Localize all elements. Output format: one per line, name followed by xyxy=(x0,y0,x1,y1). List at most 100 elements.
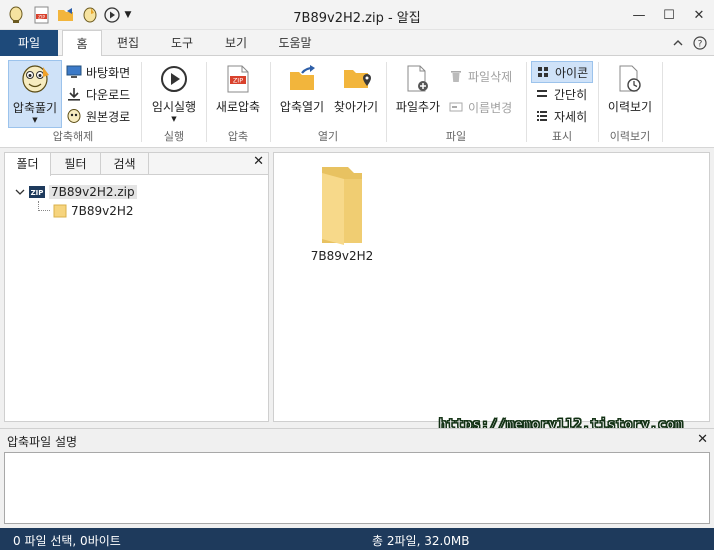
help-icon[interactable]: ? xyxy=(692,35,708,51)
maximize-button[interactable]: ☐ xyxy=(654,0,684,30)
desktop-icon xyxy=(66,64,82,80)
tree-child-item[interactable]: 7B89v2H2 xyxy=(51,202,134,220)
tree-child-label: 7B89v2H2 xyxy=(71,204,134,218)
group-label-history: 이력보기 xyxy=(609,130,651,143)
panel-tab-filter[interactable]: 필터 xyxy=(51,153,101,175)
temp-run-button[interactable]: 임시실행 ▼ xyxy=(146,64,202,128)
extract-original-path-button[interactable]: 원본경로 xyxy=(66,105,130,127)
status-total: 총 2파일, 32.0MB xyxy=(372,534,470,548)
view-icon-label: 아이콘 xyxy=(555,65,589,80)
tab-view[interactable]: 보기 xyxy=(214,30,258,56)
group-label-compress: 압축 xyxy=(227,130,249,143)
history-button[interactable]: 이력보기 xyxy=(602,64,658,124)
trash-icon xyxy=(448,68,464,84)
group-label-extract: 압축해제 xyxy=(52,130,94,143)
chevron-down-icon: ▼ xyxy=(171,115,177,123)
rename-button[interactable]: 이름변경 xyxy=(448,96,512,118)
add-file-button[interactable]: 파일추가 xyxy=(390,64,446,124)
group-label-view: 표시 xyxy=(551,130,573,143)
title-bar: ZIP ▼ 7B89v2H2.zip - 알집 — ☐ ✕ xyxy=(0,0,714,30)
tree-root-label: 7B89v2H2.zip xyxy=(49,185,137,199)
panel-close-button[interactable]: ✕ xyxy=(253,154,264,169)
collapse-ribbon-icon[interactable] xyxy=(670,35,686,51)
folder-pin-icon xyxy=(341,64,371,94)
history-clock-icon xyxy=(617,64,643,94)
group-label-open: 열기 xyxy=(317,130,339,143)
folder-panel: 폴더 필터 검색 ✕ ZIP 7B89v2H2.zip 7B89v2H2 xyxy=(4,152,269,422)
open-archive-button[interactable]: 압축열기 xyxy=(274,64,330,124)
list-view-icon xyxy=(534,86,550,102)
group-label-run: 실행 xyxy=(163,130,185,143)
extract-label: 압축풀기 xyxy=(12,101,58,115)
chevron-down-icon: ▼ xyxy=(32,116,38,124)
view-simple-label: 간단히 xyxy=(554,87,588,102)
tab-edit[interactable]: 편집 xyxy=(106,30,150,56)
svg-text:?: ? xyxy=(698,40,703,50)
archive-description-title: 압축파일 설명 xyxy=(7,435,78,449)
extract-desktop-button[interactable]: 바탕화면 xyxy=(66,61,130,83)
description-close-button[interactable]: ✕ xyxy=(697,432,708,447)
extract-original-path-label: 원본경로 xyxy=(86,109,131,124)
tree-root-item[interactable]: ZIP 7B89v2H2.zip xyxy=(13,183,137,201)
status-bar: 0 파일 선택, 0바이트 총 2파일, 32.0MB xyxy=(0,528,714,550)
new-compress-button[interactable]: ZIP 새로압축 xyxy=(210,64,266,124)
folder-item-label: 7B89v2H2 xyxy=(310,249,374,263)
download-icon xyxy=(66,86,82,102)
view-simple-button[interactable]: 간단히 xyxy=(534,83,587,105)
extract-button[interactable]: 압축풀기 ▼ xyxy=(8,60,62,128)
tree-connector xyxy=(38,201,50,211)
group-separator xyxy=(598,62,599,142)
chevron-down-icon xyxy=(13,188,27,196)
archive-description-box[interactable] xyxy=(4,452,710,524)
view-detail-label: 자세히 xyxy=(554,109,588,124)
folder-item[interactable]: 7B89v2H2 xyxy=(302,163,382,263)
group-separator xyxy=(270,62,271,142)
grid-view-icon xyxy=(535,64,551,80)
history-label: 이력보기 xyxy=(607,100,653,114)
group-separator xyxy=(662,62,663,142)
tab-tools[interactable]: 도구 xyxy=(160,30,204,56)
tab-home[interactable]: 홈 xyxy=(62,30,102,57)
ribbon-tab-bar: 파일 홈 편집 도구 보기 도움말 ? xyxy=(0,30,714,57)
delete-file-button[interactable]: 파일삭제 xyxy=(448,65,512,87)
close-button[interactable]: ✕ xyxy=(684,0,714,30)
rename-label: 이름변경 xyxy=(468,100,513,115)
find-location-button[interactable]: 찾아가기 xyxy=(330,64,382,124)
zip-document-icon: ZIP xyxy=(226,64,250,94)
panel-tab-search[interactable]: 검색 xyxy=(101,153,149,175)
tab-file[interactable]: 파일 xyxy=(0,30,58,56)
large-folder-icon xyxy=(312,163,372,247)
group-separator xyxy=(386,62,387,142)
group-separator xyxy=(141,62,142,142)
extract-download-button[interactable]: 다운로드 xyxy=(66,83,130,105)
add-file-label: 파일추가 xyxy=(395,100,441,114)
detail-view-icon xyxy=(534,108,550,124)
delete-file-label: 파일삭제 xyxy=(468,69,513,84)
view-detail-button[interactable]: 자세히 xyxy=(534,105,587,127)
play-circle-icon xyxy=(159,64,189,94)
svg-text:ZIP: ZIP xyxy=(233,77,243,85)
tab-help[interactable]: 도움말 xyxy=(268,30,322,56)
archive-description-header: 압축파일 설명 ✕ xyxy=(0,428,714,450)
group-separator xyxy=(206,62,207,142)
original-path-icon xyxy=(66,108,82,124)
add-file-icon xyxy=(405,64,431,94)
minimize-button[interactable]: — xyxy=(624,0,654,30)
file-list-pane: 7B89v2H2 https://memory112.tistory.com xyxy=(273,152,710,434)
find-location-label: 찾아가기 xyxy=(333,100,379,114)
new-compress-label: 새로압축 xyxy=(215,100,261,114)
panel-tab-folder[interactable]: 폴더 xyxy=(5,153,51,176)
view-icon-button[interactable]: 아이콘 xyxy=(531,61,593,83)
status-selection: 0 파일 선택, 0바이트 xyxy=(13,534,121,548)
open-folder-arrow-icon xyxy=(287,64,317,94)
extract-desktop-label: 바탕화면 xyxy=(86,65,131,80)
panel-tab-bar: 폴더 필터 검색 ✕ xyxy=(5,153,268,176)
alzip-mascot-icon xyxy=(17,63,53,97)
svg-text:ZIP: ZIP xyxy=(31,189,44,197)
folder-icon xyxy=(51,204,69,218)
open-archive-label: 압축열기 xyxy=(279,100,325,114)
extract-download-label: 다운로드 xyxy=(86,87,131,102)
temp-run-label: 임시실행 xyxy=(151,100,197,114)
group-label-file: 파일 xyxy=(445,130,467,143)
ribbon-home: 압축풀기 ▼ 바탕화면 다운로드 원본경로 압축해제 임시실행 ▼ 실행 ZIP… xyxy=(0,56,714,148)
